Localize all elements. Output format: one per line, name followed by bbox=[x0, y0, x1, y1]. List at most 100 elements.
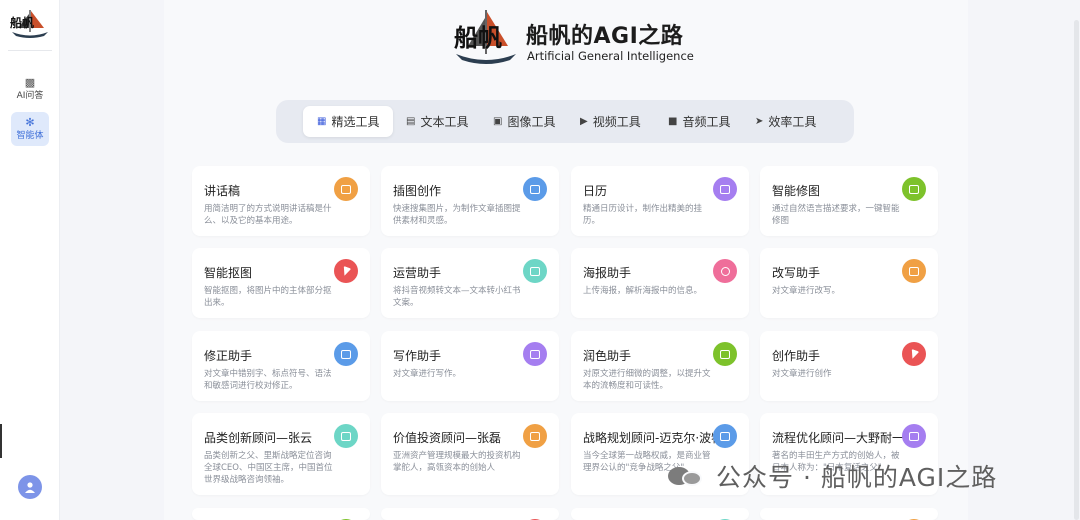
tool-card[interactable]: 插图创作快速搜集图片，为制作文章插图提供素材和灵感。 bbox=[381, 166, 559, 236]
document-icon: ▤ bbox=[406, 116, 416, 127]
page-subtitle: Artificial General Intelligence bbox=[527, 49, 694, 63]
pencil-icon bbox=[902, 424, 926, 448]
tab-image-tools[interactable]: ▣ 图像工具 bbox=[493, 106, 555, 137]
tool-card[interactable]: 讲话稿用简洁明了的方式说明讲话稿是什么、以及它的基本用途。 bbox=[192, 166, 370, 236]
agent-icon: ✻ bbox=[25, 115, 35, 129]
sidebar-item-label: 智能体 bbox=[16, 130, 44, 141]
wechat-icon bbox=[668, 465, 706, 487]
tool-card[interactable] bbox=[381, 508, 559, 520]
copy-icon bbox=[523, 177, 547, 201]
tag-icon bbox=[713, 259, 737, 283]
image-icon bbox=[523, 424, 547, 448]
user-icon bbox=[25, 482, 35, 493]
tool-card-title: 智能修图 bbox=[772, 184, 821, 198]
tool-card-title: 润色助手 bbox=[583, 349, 632, 363]
sidebar-divider bbox=[8, 50, 52, 51]
tab-label: 视频工具 bbox=[592, 115, 641, 129]
tool-card[interactable] bbox=[760, 508, 938, 520]
copy-icon bbox=[713, 424, 737, 448]
tool-card-description: 智能抠图，将图片中的主体部分抠出来。 bbox=[204, 286, 332, 308]
tool-card[interactable]: 改写助手对文章进行改写。 bbox=[760, 248, 938, 318]
tool-card-title: 创作助手 bbox=[772, 349, 821, 363]
image-icon bbox=[523, 259, 547, 283]
tool-card-title: 品类创新顾问—张云 bbox=[204, 431, 313, 445]
pencil-icon bbox=[523, 342, 547, 366]
bolt-icon bbox=[334, 259, 358, 283]
tool-card-title: 插图创作 bbox=[393, 184, 442, 198]
tool-card-title: 运营助手 bbox=[393, 266, 442, 280]
video-icon bbox=[713, 342, 737, 366]
tab-audio-tools[interactable]: ■ 音频工具 bbox=[668, 106, 730, 137]
tool-card-title: 价值投资顾问—张磊 bbox=[393, 431, 502, 445]
tab-label: 效率工具 bbox=[768, 115, 817, 129]
tool-card-description: 将抖音视频转文本—文本转小红书文案。 bbox=[393, 286, 521, 308]
tool-card-description: 快速搜集图片，为制作文章插图提供素材和灵感。 bbox=[393, 204, 521, 226]
tool-card-title: 日历 bbox=[583, 184, 608, 198]
tool-card[interactable]: 海报助手上传海报，解析海报中的信息。 bbox=[571, 248, 749, 318]
sidebar-item-ai-qa[interactable]: ▩ AI问答 bbox=[11, 72, 49, 106]
scroll-indicator bbox=[0, 424, 2, 458]
tool-card[interactable]: 智能修图通过自然语言描述要求，一键智能修图 bbox=[760, 166, 938, 236]
tool-card-title: 讲话稿 bbox=[204, 184, 241, 198]
tool-card-description: 品类创新之父、里斯战略定位咨询全球CEO、中国区主席，中国首位世界级战略咨询领袖… bbox=[204, 451, 333, 485]
tab-label: 图像工具 bbox=[507, 115, 556, 129]
tool-card[interactable]: 润色助手对原文进行细微的调整，以提升文本的流畅度和可读性。 bbox=[571, 331, 749, 401]
radio-icon: ■ bbox=[668, 116, 678, 127]
video-icon bbox=[902, 177, 926, 201]
grid-icon: ▦ bbox=[317, 116, 327, 127]
tool-card[interactable] bbox=[571, 508, 749, 520]
tool-card-title: 写作助手 bbox=[393, 349, 442, 363]
svg-text:船帆: 船帆 bbox=[10, 15, 34, 30]
tool-card-description: 对原文进行细微的调整，以提升文本的流畅度和可读性。 bbox=[583, 369, 711, 391]
tab-featured-tools[interactable]: ▦ 精选工具 bbox=[303, 106, 394, 137]
tool-card[interactable]: 写作助手对文章进行写作。 bbox=[381, 331, 559, 401]
tool-card-title: 海报助手 bbox=[583, 266, 632, 280]
tab-label: 精选工具 bbox=[331, 115, 380, 129]
video-icon: ▶ bbox=[580, 116, 588, 127]
tool-card[interactable]: 创作助手对文章进行创作 bbox=[760, 331, 938, 401]
copy-icon bbox=[334, 342, 358, 366]
image-icon bbox=[334, 424, 358, 448]
sidebar: 船帆 ▩ AI问答 ✻ 智能体 bbox=[0, 0, 60, 520]
tool-card[interactable]: 运营助手将抖音视频转文本—文本转小红书文案。 bbox=[381, 248, 559, 318]
pencil-icon bbox=[713, 177, 737, 201]
tool-card-title: 智能抠图 bbox=[204, 266, 253, 280]
tool-card[interactable] bbox=[192, 508, 370, 520]
tool-card-description: 上传海报，解析海报中的信息。 bbox=[583, 286, 703, 296]
avatar[interactable] bbox=[18, 475, 42, 499]
rocket-icon: ➤ bbox=[755, 116, 764, 127]
bolt-icon bbox=[902, 342, 926, 366]
tool-card-description: 对文章进行改写。 bbox=[772, 286, 841, 296]
image-icon bbox=[334, 177, 358, 201]
tool-card-description: 通过自然语言描述要求，一键智能修图 bbox=[772, 204, 900, 226]
boat-logo[interactable]: 船帆 bbox=[8, 8, 52, 42]
tool-card-description: 亚洲资产管理规模最大的投资机构掌舵人，高瓴资本的创始人 bbox=[393, 451, 521, 473]
watermark: 公众号 · 船帆的AGI之路 bbox=[668, 458, 997, 494]
tool-card[interactable]: 修正助手对文章中错别字、标点符号、语法和敏感词进行校对修正。 bbox=[192, 331, 370, 401]
tool-card-title: 修正助手 bbox=[204, 349, 253, 363]
tab-efficiency-tools[interactable]: ➤ 效率工具 bbox=[755, 106, 816, 137]
tool-card[interactable]: 品类创新顾问—张云品类创新之父、里斯战略定位咨询全球CEO、中国区主席，中国首位… bbox=[192, 413, 370, 495]
tab-label: 音频工具 bbox=[682, 115, 731, 129]
tab-text-tools[interactable]: ▤ 文本工具 bbox=[406, 106, 468, 137]
scrollbar[interactable] bbox=[1074, 20, 1079, 520]
image-icon bbox=[902, 259, 926, 283]
sidebar-item-label: AI问答 bbox=[16, 90, 44, 101]
tool-card-description: 对文章中错别字、标点符号、语法和敏感词进行校对修正。 bbox=[204, 369, 332, 391]
image-icon: ▣ bbox=[493, 116, 503, 127]
tool-card-title: 改写助手 bbox=[772, 266, 821, 280]
tool-card[interactable]: 日历 精通日历设计，制作出精美的挂历。 bbox=[571, 166, 749, 236]
tool-card-title: 战略规划顾问-迈克尔·波特 bbox=[583, 431, 724, 445]
chat-icon: ▩ bbox=[24, 75, 36, 89]
tool-card-description: 用简洁明了的方式说明讲话稿是什么、以及它的基本用途。 bbox=[204, 204, 332, 226]
sidebar-item-agents[interactable]: ✻ 智能体 bbox=[11, 112, 49, 146]
brand-logo: 船帆 bbox=[454, 10, 516, 64]
tab-video-tools[interactable]: ▶ 视频工具 bbox=[580, 106, 641, 137]
tool-card-description: 对文章进行写作。 bbox=[393, 369, 462, 379]
watermark-text: 公众号 · 船帆的AGI之路 bbox=[716, 463, 998, 492]
svg-text:船帆: 船帆 bbox=[454, 23, 502, 52]
tool-card-description: 对文章进行创作 bbox=[772, 369, 832, 379]
tab-label: 文本工具 bbox=[420, 115, 469, 129]
tool-card[interactable]: 价值投资顾问—张磊亚洲资产管理规模最大的投资机构掌舵人，高瓴资本的创始人 bbox=[381, 413, 559, 495]
tool-card[interactable]: 智能抠图智能抠图，将图片中的主体部分抠出来。 bbox=[192, 248, 370, 318]
